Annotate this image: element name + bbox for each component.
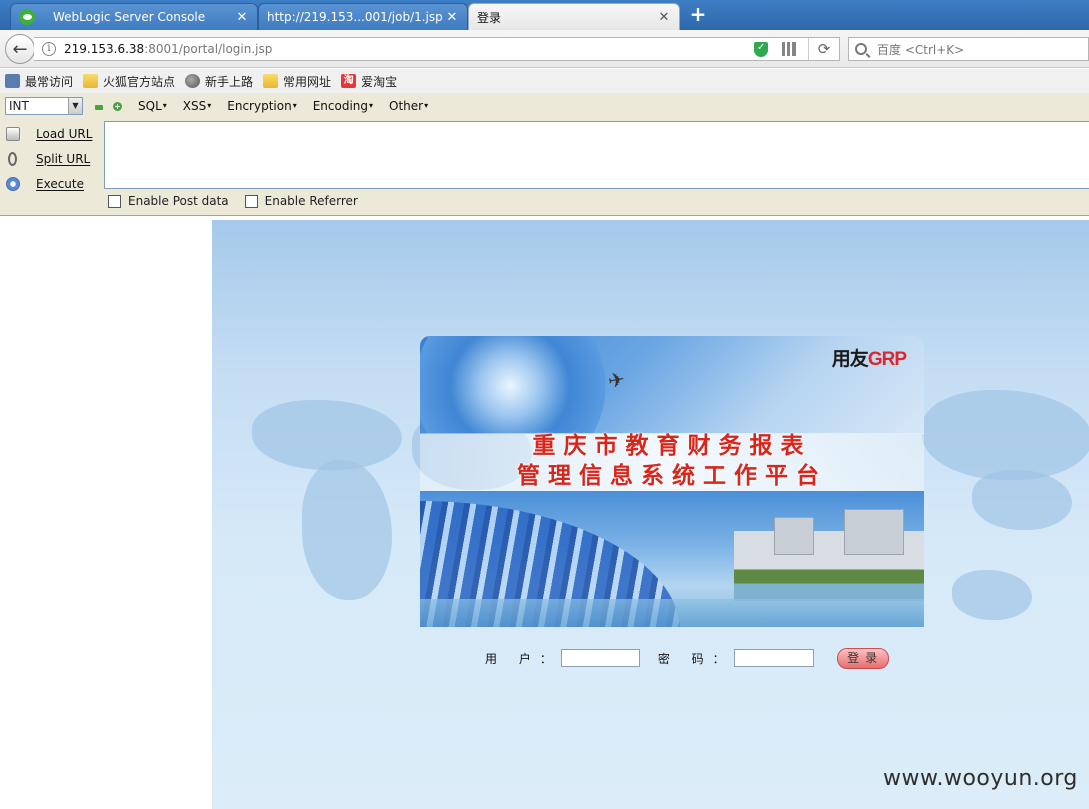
action-label: Execute <box>36 176 84 191</box>
bookmarks-toolbar: 最常访问 火狐官方站点 新手上路 常用网址 淘 爱淘宝 <box>0 69 1089 93</box>
action-label: Load URL <box>36 126 93 141</box>
folder-icon <box>83 74 99 88</box>
title-line-1: 重庆市教育财务报表 <box>532 432 812 459</box>
hackbar-actions: Load URL Split URL Execute <box>0 121 100 196</box>
tab-label: http://219.153...001/job/1.jsp <box>267 10 443 24</box>
buildings-graphic <box>734 509 924 601</box>
gear-icon <box>5 74 20 88</box>
load-url-icon <box>6 126 20 141</box>
bookmark-label: 火狐官方站点 <box>103 74 176 89</box>
navigation-bar: ← i 219.153.6.38:8001/portal/login.jsp ⟳… <box>0 30 1089 68</box>
search-placeholder: 百度 <Ctrl+K> <box>877 42 965 57</box>
split-url-button[interactable]: Split URL <box>0 146 100 171</box>
airplane-icon: ✈ <box>606 366 627 394</box>
scissors-icon <box>8 151 17 166</box>
url-host: 219.153.6.38 <box>64 42 145 56</box>
bookmark-label: 新手上路 <box>205 74 254 89</box>
banner-campus-graphic <box>420 491 924 627</box>
execute-button[interactable]: Execute <box>0 171 100 196</box>
menu-encryption[interactable]: Encryption <box>227 99 296 113</box>
menu-sql[interactable]: SQL <box>138 99 167 113</box>
title-line-2: 管理信息系统工作平台 <box>517 462 827 489</box>
water-graphic <box>420 599 924 627</box>
password-field[interactable] <box>733 649 814 667</box>
login-button[interactable]: 登录 <box>836 647 889 669</box>
search-icon <box>855 43 867 55</box>
tab-login[interactable]: 登录 ✕ <box>468 3 680 30</box>
close-icon[interactable]: ✕ <box>657 10 671 25</box>
bookmark-common-sites[interactable]: 常用网址 <box>263 73 331 90</box>
taobao-icon: 淘 <box>341 74 357 88</box>
menu-encoding[interactable]: Encoding <box>313 99 373 113</box>
globe-icon <box>185 74 201 88</box>
new-tab-button[interactable]: + <box>688 4 708 26</box>
type-select-value: INT <box>9 99 29 113</box>
search-input[interactable]: 百度 <Ctrl+K> <box>848 37 1089 61</box>
close-icon[interactable]: ✕ <box>445 10 459 25</box>
load-url-button[interactable]: Load URL <box>0 121 100 146</box>
banner-globe-graphic: ✈ 用友GRP <box>420 336 924 434</box>
hackbar-menu: INT ▼ + SQL XSS Encryption Encoding Othe… <box>0 93 1089 119</box>
plus-icon[interactable]: + <box>113 101 122 111</box>
back-button[interactable]: ← <box>5 34 35 64</box>
url-textarea[interactable] <box>104 121 1089 189</box>
enable-referrer-checkbox[interactable]: Enable Referrer <box>244 194 358 208</box>
system-title: 重庆市教育财务报表 管理信息系统工作平台 <box>420 432 924 493</box>
type-select[interactable]: INT ▼ <box>5 97 83 115</box>
bookmark-label: 最常访问 <box>25 74 74 89</box>
enable-post-data-checkbox[interactable]: Enable Post data <box>108 194 229 208</box>
bookmark-getting-started[interactable]: 新手上路 <box>185 73 253 90</box>
folder-icon <box>263 74 279 88</box>
bookmark-label: 常用网址 <box>283 74 332 89</box>
bookmark-most-visited[interactable]: 最常访问 <box>5 73 73 90</box>
info-icon[interactable]: i <box>42 42 56 56</box>
menu-xss[interactable]: XSS <box>183 99 211 113</box>
username-label: 用 户： <box>485 651 561 666</box>
page-viewport: ✈ 用友GRP 重庆市教育财务报表 管理信息系统工作平台 用 户： 密 码： 登… <box>0 217 1089 809</box>
shield-icon[interactable] <box>754 41 768 57</box>
menu-other[interactable]: Other <box>389 99 428 113</box>
watermark: www.wooyun.org <box>883 766 1078 791</box>
checkbox-label: Enable Post data <box>128 194 229 208</box>
reload-icon[interactable]: ⟳ <box>809 40 839 58</box>
action-label: Split URL <box>36 151 91 166</box>
bookmark-label: 爱淘宝 <box>361 74 398 89</box>
minus-icon[interactable] <box>95 104 103 110</box>
username-field[interactable] <box>560 649 640 667</box>
login-background: ✈ 用友GRP 重庆市教育财务报表 管理信息系统工作平台 用 户： 密 码： 登… <box>212 220 1089 809</box>
tab-strip: WebLogic Server Console ✕ http://219.153… <box>0 0 1089 30</box>
wechat-icon <box>19 9 35 25</box>
login-form: 用 户： 密 码： 登录 <box>420 643 924 673</box>
password-label: 密 码： <box>657 651 734 666</box>
checkbox-label: Enable Referrer <box>264 194 358 208</box>
back-arrow-icon: ← <box>12 38 28 60</box>
chevron-down-icon: ▼ <box>68 98 82 114</box>
checkbox-box[interactable] <box>244 194 258 208</box>
checkbox-box[interactable] <box>108 194 121 208</box>
login-panel: ✈ 用友GRP 重庆市教育财务报表 管理信息系统工作平台 用 户： 密 码： 登… <box>420 336 924 708</box>
tab-job-jsp[interactable]: http://219.153...001/job/1.jsp ✕ <box>258 3 468 30</box>
qr-code-icon[interactable] <box>782 42 796 56</box>
tab-weblogic[interactable]: WebLogic Server Console ✕ <box>10 3 258 30</box>
tab-label: 登录 <box>477 10 502 25</box>
play-icon <box>6 176 20 191</box>
hackbar-panel: INT ▼ + SQL XSS Encryption Encoding Othe… <box>0 93 1089 216</box>
bookmark-aitaobao[interactable]: 淘 爱淘宝 <box>341 73 397 90</box>
url-path: :8001/portal/login.jsp <box>144 42 273 56</box>
close-icon[interactable]: ✕ <box>235 10 249 25</box>
bookmark-firefox-sites[interactable]: 火狐官方站点 <box>83 73 175 90</box>
tab-label: WebLogic Server Console <box>53 10 206 24</box>
url-bar[interactable]: i 219.153.6.38:8001/portal/login.jsp ⟳ <box>34 37 840 61</box>
yonyou-grp-logo: 用友GRP <box>831 349 907 370</box>
